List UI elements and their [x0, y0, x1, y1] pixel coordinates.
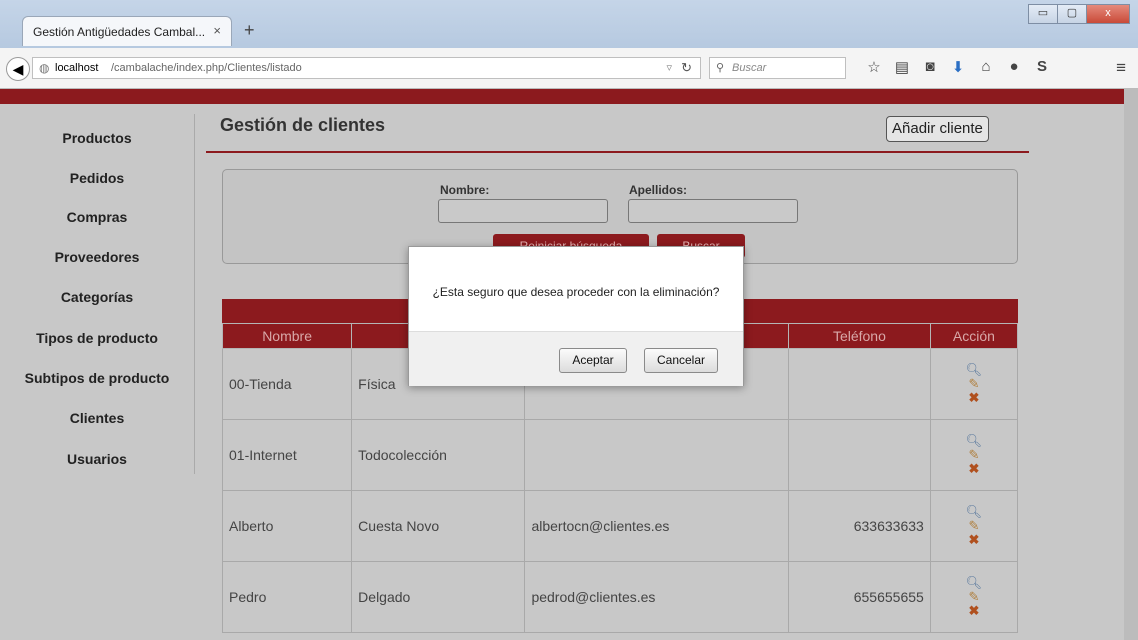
view-icon[interactable]: 🔍︎: [937, 434, 1011, 448]
page-title: Gestión de clientes: [220, 115, 386, 135]
delete-icon[interactable]: ✖: [937, 462, 1011, 476]
url-dropdown-icon[interactable]: ▿: [666, 61, 672, 74]
column-header-telefono[interactable]: Teléfono: [788, 323, 931, 349]
search-icon: ⚲: [716, 62, 725, 74]
window-titlebar: Gestión Antigüedades Cambal... × + ▭ ▢ x: [0, 0, 1138, 48]
column-header-accion: Acción: [929, 323, 1019, 349]
window-controls: ▭ ▢ x: [1028, 4, 1130, 24]
cell-apellidos: Delgado: [351, 561, 526, 633]
cell-email: [524, 419, 790, 491]
sidebar-item-compras[interactable]: Compras: [0, 209, 194, 225]
sidebar-item-productos[interactable]: Productos: [0, 130, 194, 146]
view-icon[interactable]: 🔍︎: [937, 363, 1011, 377]
tab-title: Gestión Antigüedades Cambal...: [33, 25, 206, 39]
sidebar-item-categorias[interactable]: Categorías: [0, 289, 194, 305]
download-icon[interactable]: ⬇: [944, 58, 972, 76]
sync-icon[interactable]: S: [1028, 58, 1056, 76]
edit-icon[interactable]: ✎: [937, 590, 1011, 604]
cell-nombre: Pedro: [221, 561, 353, 633]
edit-icon[interactable]: ✎: [937, 448, 1011, 462]
delete-icon[interactable]: ✖: [937, 604, 1011, 618]
navigation-bar: ◀ ◍ localhost /cambalache/index.php/Clie…: [0, 48, 1138, 89]
back-button[interactable]: ◀: [6, 57, 30, 81]
cell-actions: 🔍︎ ✎ ✖: [929, 561, 1019, 633]
maximize-button[interactable]: ▢: [1057, 4, 1087, 24]
nombre-label: Nombre:: [440, 183, 490, 197]
accept-button[interactable]: Aceptar: [559, 348, 627, 373]
sidebar-item-usuarios[interactable]: Usuarios: [0, 451, 194, 467]
hamburger-menu-icon[interactable]: ≡: [1116, 58, 1126, 78]
search-placeholder: Buscar: [732, 62, 767, 74]
url-path: /cambalache/index.php/Clientes/listado: [111, 62, 302, 74]
cell-nombre: Alberto: [221, 490, 353, 562]
edit-icon[interactable]: ✎: [937, 377, 1011, 391]
dialog-footer: Aceptar Cancelar: [409, 331, 743, 386]
new-tab-button[interactable]: +: [244, 20, 255, 41]
cell-nombre: 00-Tienda: [221, 348, 353, 420]
back-arrow-icon: ◀: [12, 61, 24, 77]
cell-apellidos: Todocolección: [351, 419, 526, 491]
vertical-scrollbar[interactable]: [1124, 89, 1138, 640]
sidebar-item-subtipos-de-producto[interactable]: Subtipos de producto: [0, 370, 194, 386]
sidebar: Productos Pedidos Compras Proveedores Ca…: [0, 114, 195, 474]
reload-icon[interactable]: ↻: [681, 60, 692, 76]
title-divider: [206, 151, 1029, 153]
sidebar-item-pedidos[interactable]: Pedidos: [0, 170, 194, 186]
table-row: Pedro Delgado pedrod@clientes.es 6556556…: [221, 561, 1019, 633]
sidebar-item-proveedores[interactable]: Proveedores: [0, 249, 194, 265]
browser-tab[interactable]: Gestión Antigüedades Cambal... ×: [22, 16, 232, 46]
cell-apellidos: Cuesta Novo: [351, 490, 526, 562]
minimize-button[interactable]: ▭: [1028, 4, 1058, 24]
cell-telefono: 655655655: [788, 561, 931, 633]
apellidos-input[interactable]: [628, 199, 798, 223]
cell-nombre: 01-Internet: [221, 419, 353, 491]
close-window-button[interactable]: x: [1086, 4, 1130, 24]
table-row: Alberto Cuesta Novo albertocn@clientes.e…: [221, 490, 1019, 562]
sidebar-item-clientes[interactable]: Clientes: [0, 410, 194, 426]
cancel-button[interactable]: Cancelar: [644, 348, 718, 373]
pocket-icon[interactable]: ◙: [916, 58, 944, 76]
sidebar-item-tipos-de-producto[interactable]: Tipos de producto: [0, 330, 194, 346]
star-icon[interactable]: ☆: [860, 58, 888, 76]
globe-icon: ◍: [39, 61, 50, 75]
cell-actions: 🔍︎ ✎ ✖: [929, 348, 1019, 420]
toolbar-icons: ☆ ▤ ◙ ⬇ ⌂ ● S: [860, 58, 1056, 76]
confirm-delete-dialog: ¿Esta seguro que desea proceder con la e…: [408, 246, 744, 386]
cell-actions: 🔍︎ ✎ ✖: [929, 419, 1019, 491]
edit-icon[interactable]: ✎: [937, 519, 1011, 533]
cell-actions: 🔍︎ ✎ ✖: [929, 490, 1019, 562]
view-icon[interactable]: 🔍︎: [937, 576, 1011, 590]
header-strip: [0, 89, 1124, 104]
url-bar[interactable]: ◍ localhost /cambalache/index.php/Client…: [32, 57, 701, 79]
delete-icon[interactable]: ✖: [937, 391, 1011, 405]
dialog-message: ¿Esta seguro que desea proceder con la e…: [432, 285, 720, 299]
tab-close-icon[interactable]: ×: [213, 23, 221, 38]
url-host: localhost: [55, 62, 99, 74]
view-icon[interactable]: 🔍︎: [937, 505, 1011, 519]
column-header-nombre[interactable]: Nombre: [221, 323, 353, 349]
chat-icon[interactable]: ●: [1000, 58, 1028, 76]
cell-telefono: 633633633: [788, 490, 931, 562]
home-icon[interactable]: ⌂: [972, 58, 1000, 76]
delete-icon[interactable]: ✖: [937, 533, 1011, 547]
search-input[interactable]: ⚲ Buscar: [709, 57, 846, 79]
cell-telefono: [788, 419, 931, 491]
table-row: 01-Internet Todocolección 🔍︎ ✎ ✖: [221, 419, 1019, 491]
add-client-button[interactable]: Añadir cliente: [886, 116, 989, 142]
cell-telefono: [788, 348, 931, 420]
cell-email: pedrod@clientes.es: [524, 561, 790, 633]
apellidos-label: Apellidos:: [629, 183, 688, 197]
reading-list-icon[interactable]: ▤: [888, 58, 916, 76]
nombre-input[interactable]: [438, 199, 608, 223]
cell-email: albertocn@clientes.es: [524, 490, 790, 562]
